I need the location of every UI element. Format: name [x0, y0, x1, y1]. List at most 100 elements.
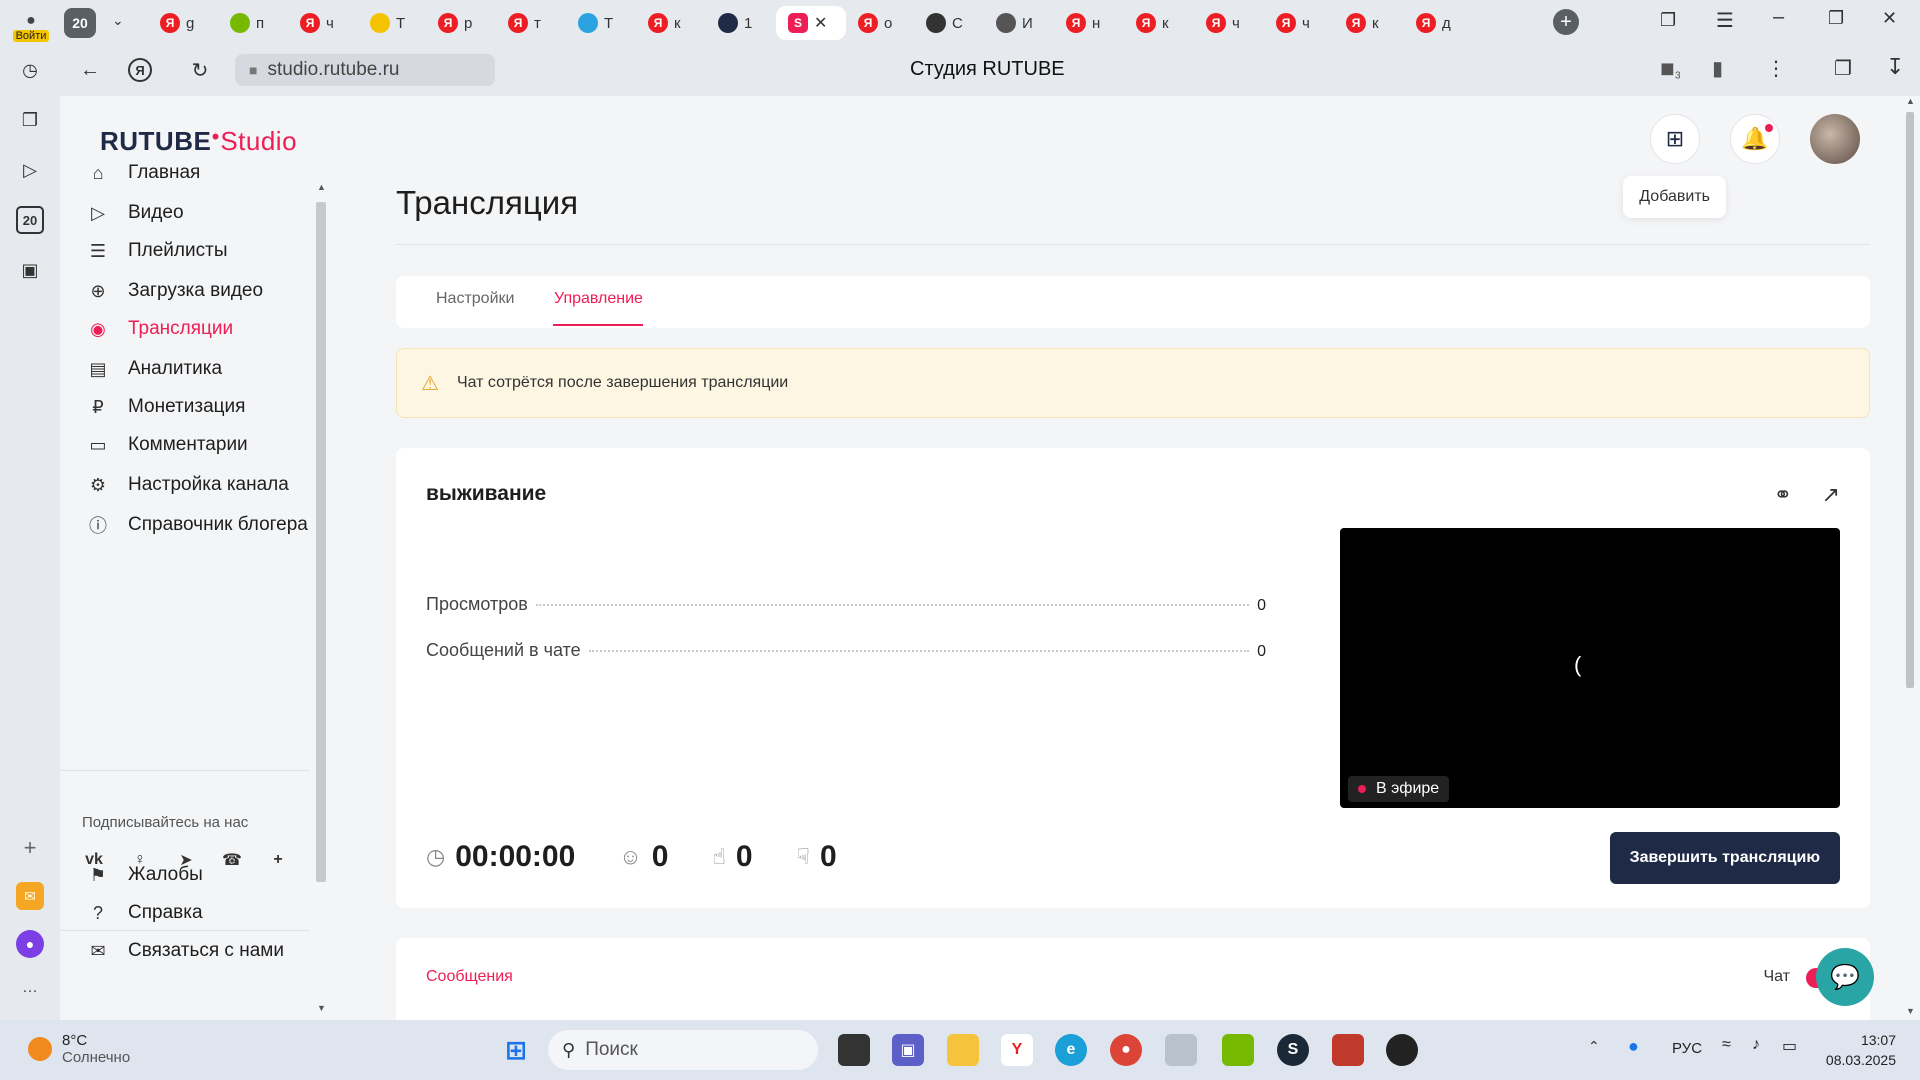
new-tab-button[interactable]: +	[1553, 9, 1579, 35]
sidebar-item[interactable]: ⌂ Главная	[86, 162, 201, 184]
reload-icon[interactable]: ↻	[186, 56, 214, 84]
browser-tab[interactable]: И	[996, 6, 1033, 40]
tab-studio-active[interactable]: S ✕	[776, 6, 846, 40]
protect-icon[interactable]: ◼3	[1660, 58, 1681, 82]
red-app-icon[interactable]	[1332, 1034, 1364, 1066]
microphone-icon[interactable]: ●	[1628, 1036, 1639, 1057]
browser-tab[interactable]: Яр	[438, 6, 472, 40]
download-icon[interactable]: ↧	[1886, 54, 1904, 80]
scroll-up-arrow-icon[interactable]: ▲	[317, 182, 326, 192]
collections-icon[interactable]: ❐	[16, 106, 44, 134]
plus-icon[interactable]: +	[264, 846, 292, 874]
browser-tab[interactable]: Ян	[1066, 6, 1100, 40]
sidebar-item[interactable]: ◉ Трансляции	[86, 318, 233, 340]
calendar-icon[interactable]: 20	[16, 206, 44, 234]
yandex-browser-icon[interactable]: Y	[1001, 1034, 1033, 1066]
browser-tab[interactable]: 1	[718, 6, 752, 40]
obs-icon[interactable]	[1386, 1034, 1418, 1066]
sidebar-item[interactable]: ₽ Монетизация	[86, 396, 245, 418]
video-preview[interactable]: ( В эфире	[1340, 528, 1840, 808]
file-explorer-icon[interactable]	[947, 1034, 979, 1066]
weather-widget[interactable]: 8°C Солнечно	[28, 1032, 130, 1066]
page-scroll-thumb[interactable]	[1906, 112, 1914, 688]
tab-management[interactable]: Управление	[554, 290, 643, 308]
chrome-icon[interactable]: ●	[1110, 1034, 1142, 1066]
sidebar-scroll-thumb[interactable]	[316, 202, 326, 882]
browser-tab[interactable]: Яч	[1206, 6, 1240, 40]
sidebar-item[interactable]: ⊕ Загрузка видео	[86, 280, 263, 302]
play-circle-icon[interactable]: ▷	[16, 156, 44, 184]
add-panel-icon[interactable]: +	[16, 834, 44, 862]
minimize-icon[interactable]: –	[1773, 6, 1784, 29]
messages-tab[interactable]: Сообщения	[426, 968, 513, 986]
volume-icon[interactable]: ♪	[1752, 1036, 1760, 1054]
taskbar-search[interactable]: ⚲ Поиск	[548, 1030, 818, 1070]
meet-icon[interactable]: ▣	[892, 1034, 924, 1066]
viber-icon[interactable]: ☎	[218, 846, 246, 874]
browser-tab[interactable]: Ят	[508, 6, 541, 40]
bookmark-icon[interactable]: ▮	[1712, 56, 1723, 81]
browser-tab[interactable]: T	[370, 6, 405, 40]
battery-icon[interactable]: ▭	[1782, 1036, 1797, 1056]
more-menu-icon[interactable]: ⋮	[1766, 56, 1786, 81]
language-indicator[interactable]: РУС	[1672, 1040, 1702, 1057]
sidebar-item[interactable]: ⚑ Жалобы	[86, 864, 203, 886]
sidebar-scrollbar[interactable]: ▲ ▼	[316, 182, 326, 1013]
share-icon[interactable]: ⚭	[1774, 482, 1792, 508]
close-tab-icon[interactable]: ✕	[814, 13, 827, 33]
sidebar-item[interactable]: ⚙ Настройка канала	[86, 474, 289, 496]
rutube-studio-logo[interactable]: RUTUBE●Studio	[100, 126, 297, 157]
restore-icon[interactable]: ❐	[1828, 8, 1844, 29]
end-stream-button[interactable]: Завершить трансляцию	[1609, 832, 1840, 884]
scroll-up-arrow-icon[interactable]: ▲	[1906, 96, 1915, 106]
scroll-down-arrow-icon[interactable]: ▼	[1906, 1006, 1915, 1016]
browser-tab[interactable]: Як	[648, 6, 681, 40]
wifi-icon[interactable]: ≈	[1722, 1036, 1731, 1054]
browser-tab[interactable]: Як	[1136, 6, 1169, 40]
browser-tab[interactable]: Яч	[300, 6, 334, 40]
steam-icon[interactable]: S	[1277, 1034, 1309, 1066]
sidebar-item[interactable]: ▤ Аналитика	[86, 358, 222, 380]
browser-tab[interactable]: п	[230, 6, 264, 40]
sidebar-item[interactable]: ☰ Плейлисты	[86, 240, 228, 262]
tabs-dropdown-icon[interactable]: ⌄	[112, 12, 124, 29]
sidebar-item[interactable]: ▭ Комментарии	[86, 434, 247, 456]
reader-icon[interactable]: ❐	[1834, 56, 1852, 81]
sidebar-item[interactable]: ? Справка	[86, 902, 203, 924]
browser-tab[interactable]: Як	[1346, 6, 1379, 40]
login-avatar[interactable]: ● Войти	[10, 4, 52, 42]
tab-count-badge[interactable]: 20	[64, 8, 96, 38]
sidebar-item[interactable]: ▷ Видео	[86, 202, 183, 224]
sidebar-item[interactable]: ✉ Связаться с нами	[86, 940, 283, 962]
collections-icon[interactable]: ❐	[1660, 10, 1676, 31]
clock[interactable]: 13:07 08.03.2025	[1826, 1030, 1896, 1070]
more-icon[interactable]: …	[16, 974, 44, 1002]
history-icon[interactable]: ◷	[16, 56, 44, 84]
tray-chevron-icon[interactable]: ⌃	[1588, 1038, 1600, 1055]
alice-icon[interactable]: ●	[16, 930, 44, 958]
back-icon[interactable]: ←	[76, 56, 104, 84]
open-external-icon[interactable]: ↗	[1822, 482, 1840, 508]
browser-tab[interactable]: Яд	[1416, 6, 1451, 40]
app-icon[interactable]	[1165, 1034, 1197, 1066]
tab-settings[interactable]: Настройки	[436, 290, 514, 308]
start-icon[interactable]: ⊞	[500, 1034, 532, 1066]
browser-tab[interactable]: T	[578, 6, 613, 40]
mail-app-icon[interactable]: ✉	[16, 882, 44, 910]
browser-tab[interactable]: Яо	[858, 6, 892, 40]
url-input[interactable]: ■ studio.rutube.ru	[235, 54, 495, 86]
yandex-home-icon[interactable]: Я	[128, 58, 152, 82]
camera-icon[interactable]: ▣	[16, 256, 44, 284]
browser-tab[interactable]: Яg	[160, 6, 194, 40]
sidebar-item[interactable]: ⓘ Справочник блогера	[86, 512, 308, 538]
support-chat-button[interactable]: 💬	[1816, 948, 1874, 1006]
browser-tab[interactable]: С	[926, 6, 963, 40]
page-scrollbar[interactable]: ▲ ▼	[1900, 96, 1920, 1020]
close-window-icon[interactable]: ✕	[1882, 8, 1897, 29]
scroll-down-arrow-icon[interactable]: ▼	[317, 1003, 326, 1013]
menu-icon[interactable]: ☰	[1716, 8, 1734, 33]
task-view-icon[interactable]	[838, 1034, 870, 1066]
nvidia-icon[interactable]	[1222, 1034, 1254, 1066]
browser-tab[interactable]: Яч	[1276, 6, 1310, 40]
edge-icon[interactable]: e	[1055, 1034, 1087, 1066]
